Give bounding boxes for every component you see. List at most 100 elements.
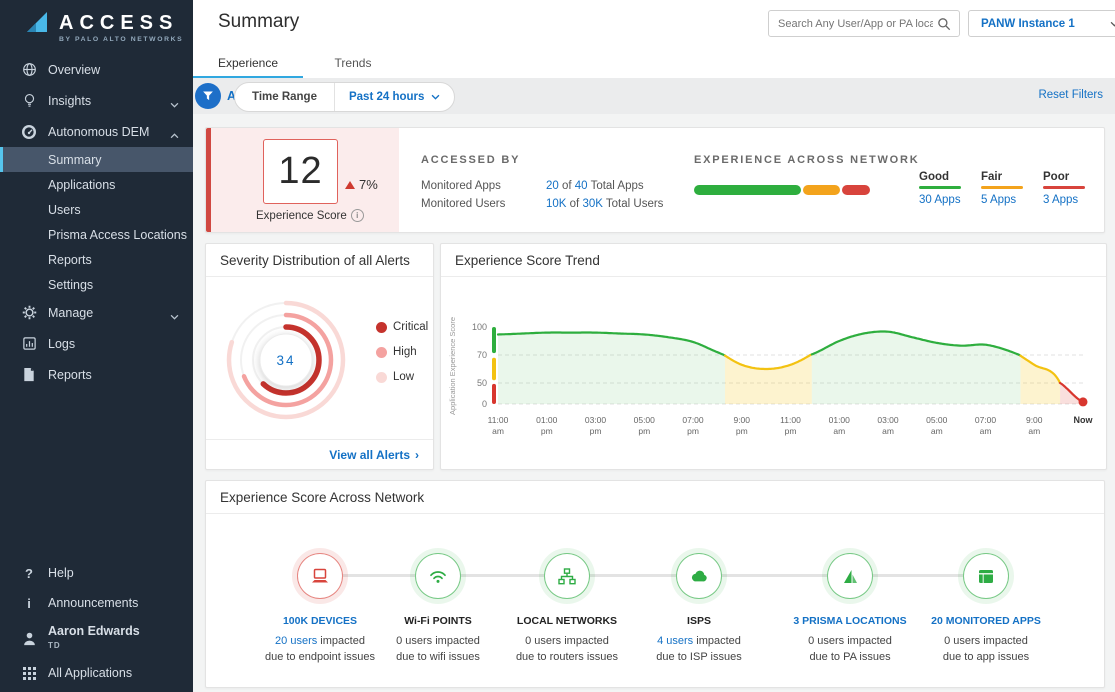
instance-selector[interactable]: PANW Instance 1 xyxy=(968,10,1115,37)
tab-label: Trends xyxy=(335,56,372,70)
gear-icon xyxy=(21,305,37,321)
legend-count-link[interactable]: 5 Apps xyxy=(981,194,1027,206)
legend-count-link[interactable]: 3 Apps xyxy=(1043,194,1089,206)
sidebar-item-summary[interactable]: Summary xyxy=(0,147,193,172)
trend-card-title: Experience Score Trend xyxy=(441,244,1106,277)
triangle-up-icon xyxy=(345,181,355,189)
sidebar-item-overview[interactable]: Overview xyxy=(0,54,193,85)
chevron-down-icon xyxy=(170,97,179,111)
impacted-text: impacted xyxy=(693,635,741,647)
sidebar: ACCESS BY PALO ALTO NETWORKS Overview In… xyxy=(0,0,193,692)
grid-icon xyxy=(21,665,37,681)
monitored-apps-row: Monitored Apps 20 of 40 Total Apps xyxy=(421,180,644,192)
tab-trends[interactable]: Trends xyxy=(303,48,403,78)
impact-cause: due to PA issues xyxy=(775,651,925,663)
app-logo[interactable]: ACCESS BY PALO ALTO NETWORKS xyxy=(0,0,193,43)
svg-text:50: 50 xyxy=(477,378,487,388)
monitored-apps-status-ring[interactable] xyxy=(963,553,1009,599)
chevron-down-icon xyxy=(1110,21,1115,27)
prisma-locations-status-ring[interactable] xyxy=(827,553,873,599)
sidebar-item-all-applications[interactable]: All Applications xyxy=(0,658,193,688)
legend-label: High xyxy=(393,346,417,358)
sidebar-item-label: Insights xyxy=(48,94,91,108)
monitored-apps-label: Monitored Apps xyxy=(421,180,546,192)
devices-status-ring[interactable] xyxy=(297,553,343,599)
sidebar-subitem-label: Reports xyxy=(48,253,92,267)
total-apps-count[interactable]: 40 xyxy=(575,180,588,192)
sidebar-item-logs[interactable]: Logs xyxy=(0,328,193,359)
experience-score-trend-chart: 10070500Application Experience Score11:0… xyxy=(441,280,1104,442)
total-users-text: Total Users xyxy=(603,198,664,210)
impact-cause: due to routers issues xyxy=(492,651,642,663)
top-bar: Summary PANW Instance 1 xyxy=(193,0,1115,49)
sidebar-item-label: Help xyxy=(48,566,74,580)
local-networks-status-ring[interactable] xyxy=(544,553,590,599)
legend-low: Low xyxy=(376,371,428,383)
wifi-status-ring[interactable] xyxy=(415,553,461,599)
chevron-down-icon xyxy=(170,309,179,323)
legend-count-link[interactable]: 30 Apps xyxy=(919,194,965,206)
svg-text:am: am xyxy=(492,426,504,436)
monitored-users-count[interactable]: 10K xyxy=(546,198,566,210)
reset-filters-link[interactable]: Reset Filters xyxy=(1038,89,1103,101)
info-icon[interactable]: i xyxy=(351,209,364,222)
impacted-users-link[interactable]: 20 users xyxy=(275,635,317,647)
impacted-text: impacted xyxy=(317,635,365,647)
time-range-value[interactable]: Past 24 hours xyxy=(335,91,454,103)
svg-text:am: am xyxy=(1028,426,1040,436)
svg-text:07:00: 07:00 xyxy=(975,415,997,425)
legend-high: High xyxy=(376,346,428,358)
sidebar-item-reports-sub[interactable]: Reports xyxy=(0,247,193,272)
sidebar-item-users[interactable]: Users xyxy=(0,197,193,222)
low-dot xyxy=(376,372,387,383)
sidebar-item-manage[interactable]: Manage xyxy=(0,297,193,328)
chevron-down-icon xyxy=(431,94,440,100)
instance-selector-value: PANW Instance 1 xyxy=(981,18,1075,30)
monitored-users-label: Monitored Users xyxy=(421,198,546,210)
sidebar-item-insights[interactable]: Insights xyxy=(0,85,193,116)
sidebar-item-announcements[interactable]: i Announcements xyxy=(0,588,193,618)
impact-cause: due to wifi issues xyxy=(363,651,513,663)
global-search[interactable] xyxy=(768,10,960,37)
sidebar-item-label: All Applications xyxy=(48,666,132,680)
svg-text:01:00: 01:00 xyxy=(829,415,851,425)
tab-experience[interactable]: Experience xyxy=(193,48,303,78)
total-users-count[interactable]: 30K xyxy=(582,198,602,210)
svg-text:pm: pm xyxy=(541,426,553,436)
cloud-icon xyxy=(689,568,709,584)
gauge-icon xyxy=(21,124,37,140)
sidebar-subitem-label: Settings xyxy=(48,278,93,292)
legend-critical: Critical xyxy=(376,321,428,333)
accessed-by-heading: ACCESSED BY xyxy=(421,154,520,166)
experience-score-value: 12 xyxy=(263,139,338,204)
search-input[interactable] xyxy=(769,18,937,30)
sidebar-item-applications[interactable]: Applications xyxy=(0,172,193,197)
score-delta: 7% xyxy=(345,177,378,192)
sidebar-item-help[interactable]: ? Help xyxy=(0,558,193,588)
search-icon[interactable] xyxy=(937,17,959,31)
isps-status-ring[interactable] xyxy=(676,553,722,599)
legend-label: Critical xyxy=(393,321,428,333)
sidebar-item-settings[interactable]: Settings xyxy=(0,272,193,297)
sidebar-item-user[interactable]: Aaron Edwards TD xyxy=(0,618,193,658)
svg-text:pm: pm xyxy=(785,426,797,436)
sidebar-item-reports[interactable]: Reports xyxy=(0,359,193,390)
time-range-filter[interactable]: Time Range Past 24 hours xyxy=(234,82,455,112)
svg-text:pm: pm xyxy=(590,426,602,436)
sidebar-item-autonomous-dem[interactable]: Autonomous DEM xyxy=(0,116,193,147)
info-icon: i xyxy=(21,595,37,611)
sidebar-item-prisma-access-locations[interactable]: Prisma Access Locations xyxy=(0,222,193,247)
network-node-wifi: Wi-Fi POINTS 0 users impacted due to wif… xyxy=(363,481,513,663)
node-title-link[interactable]: 3 PRISMA LOCATIONS xyxy=(775,615,925,627)
impacted-text: 0 users impacted xyxy=(525,635,609,647)
filter-button[interactable] xyxy=(195,83,221,109)
monitored-apps-count[interactable]: 20 xyxy=(546,180,559,192)
sidebar-item-label: Reports xyxy=(48,368,92,382)
impacted-text: 0 users impacted xyxy=(944,635,1028,647)
svg-text:9:00: 9:00 xyxy=(1026,415,1043,425)
view-all-alerts-link[interactable]: View all Alerts › xyxy=(329,448,419,462)
score-label-text: Experience Score xyxy=(256,210,347,222)
node-title-link[interactable]: 20 MONITORED APPS xyxy=(911,615,1061,627)
total-apps-text: Total Apps xyxy=(588,180,644,192)
impacted-users-link[interactable]: 4 users xyxy=(657,635,693,647)
